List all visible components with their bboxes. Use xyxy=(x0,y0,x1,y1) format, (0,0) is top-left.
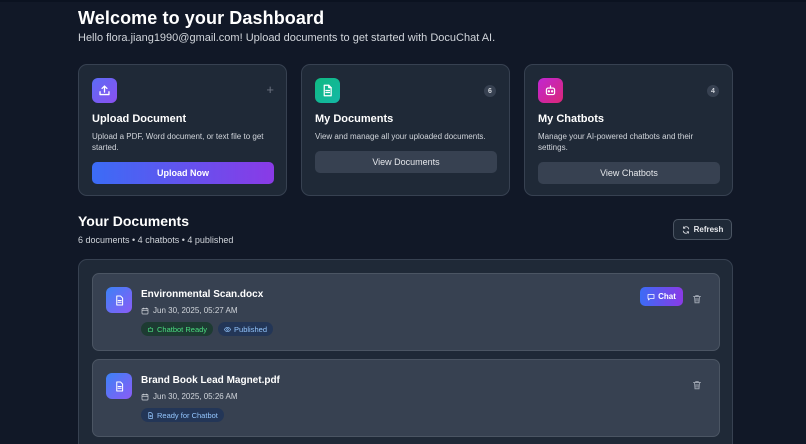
file-icon xyxy=(106,373,132,399)
documents-card-description: View and manage all your uploaded docume… xyxy=(315,132,486,141)
calendar-icon xyxy=(141,307,149,314)
chat-label: Chat xyxy=(658,292,676,301)
calendar-icon xyxy=(141,393,149,400)
view-chatbots-button[interactable]: View Chatbots xyxy=(538,162,720,184)
published-badge: Published xyxy=(218,322,273,336)
chatbots-card-description: Manage your AI-powered chatbots and thei… xyxy=(538,132,694,152)
chatbots-card-title: My Chatbots xyxy=(538,113,604,125)
document-date: Jun 30, 2025, 05:27 AM xyxy=(141,306,238,315)
page-title: Welcome to your Dashboard xyxy=(78,8,325,28)
document-icon xyxy=(315,78,340,103)
upload-card-title: Upload Document xyxy=(92,113,187,125)
document-tags: Chatbot Ready Published xyxy=(141,322,273,336)
ready-for-chatbot-badge: Ready for Chatbot xyxy=(141,408,224,422)
upload-card-description: Upload a PDF, Word document, or text fil… xyxy=(92,132,264,152)
upload-document-card: + Upload Document Upload a PDF, Word doc… xyxy=(78,64,287,196)
document-name: Environmental Scan.docx xyxy=(141,289,264,300)
ready-for-chatbot-label: Ready for Chatbot xyxy=(157,410,218,420)
upload-icon xyxy=(92,78,117,103)
document-name: Brand Book Lead Magnet.pdf xyxy=(141,375,280,386)
document-icon xyxy=(148,411,153,419)
upload-now-button[interactable]: Upload Now xyxy=(92,162,274,184)
document-date-text: Jun 30, 2025, 05:26 AM xyxy=(153,392,238,401)
delete-icon[interactable] xyxy=(692,291,702,304)
refresh-button[interactable]: Refresh xyxy=(673,219,732,240)
bot-icon xyxy=(147,326,154,332)
document-row[interactable]: Environmental Scan.docx Jun 30, 2025, 05… xyxy=(92,273,720,351)
welcome-message: Hello flora.jiang1990@gmail.com! Upload … xyxy=(78,32,496,44)
view-documents-button[interactable]: View Documents xyxy=(315,151,497,173)
chatbot-ready-badge: Chatbot Ready xyxy=(141,322,214,336)
delete-icon[interactable] xyxy=(692,377,702,390)
published-label: Published xyxy=(234,324,267,334)
bot-icon xyxy=(538,78,563,103)
document-date: Jun 30, 2025, 05:26 AM xyxy=(141,392,238,401)
chatbots-count-badge: 4 xyxy=(707,85,719,97)
document-tags: Ready for Chatbot xyxy=(141,408,224,422)
documents-count-badge: 6 xyxy=(484,85,496,97)
eye-icon xyxy=(224,326,232,332)
add-icon[interactable]: + xyxy=(266,83,274,96)
documents-section-title: Your Documents xyxy=(78,213,189,229)
chatbot-ready-label: Chatbot Ready xyxy=(157,324,208,334)
refresh-label: Refresh xyxy=(693,225,724,234)
document-date-text: Jun 30, 2025, 05:27 AM xyxy=(153,306,238,315)
my-documents-card: 6 My Documents View and manage all your … xyxy=(301,64,510,196)
my-chatbots-card: 4 My Chatbots Manage your AI-powered cha… xyxy=(524,64,733,196)
top-edge xyxy=(0,0,806,2)
documents-card-title: My Documents xyxy=(315,113,394,125)
documents-summary: 6 documents • 4 chatbots • 4 published xyxy=(78,235,234,245)
documents-list: Environmental Scan.docx Jun 30, 2025, 05… xyxy=(78,259,733,444)
chat-icon xyxy=(647,293,655,300)
chat-button[interactable]: Chat xyxy=(640,287,683,306)
document-row[interactable]: Brand Book Lead Magnet.pdf Jun 30, 2025,… xyxy=(92,359,720,437)
refresh-icon xyxy=(682,225,689,234)
file-icon xyxy=(106,287,132,313)
